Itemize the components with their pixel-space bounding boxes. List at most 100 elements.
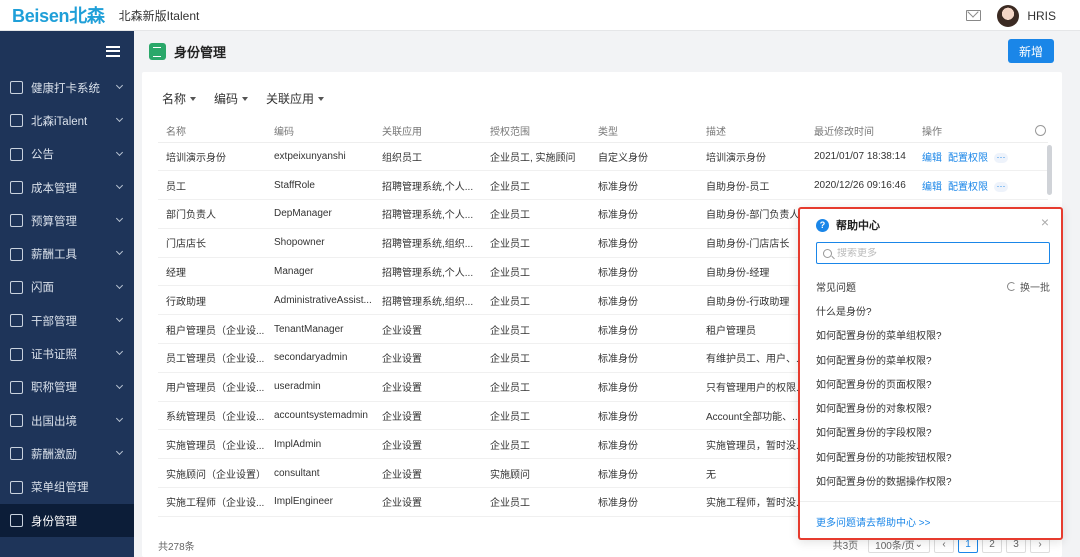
table-cell: 企业员工 [482,199,590,229]
table-cell: extpeixunyanshi [266,142,374,172]
column-header: 最近修改时间 [806,120,914,143]
faq-item[interactable]: 如何配置身份的对象权限? [816,400,952,424]
help-center-panel: ? 帮助中心 × 常见问题 换一批 什么是身份?如何配置身份的菜单组权限?如何配… [798,207,1063,540]
sidebar-item[interactable]: 成本管理 [0,171,134,204]
faq-item[interactable]: 什么是身份? [816,303,952,327]
table-cell: 招聘管理系统,组织... [374,228,482,258]
sidebar-item[interactable]: 干部管理 [0,304,134,337]
table-cell: 经理 [158,257,266,287]
faq-item[interactable]: 如何配置身份的功能按钮权限? [816,449,952,473]
scrollbar[interactable] [1047,145,1052,195]
faq-item[interactable]: 如何配置身份的数据操作权限? [816,473,952,497]
table-row[interactable]: 培训演示身份 extpeixunyanshi 组织员工 企业员工, 实施顾问 自定义身份… [158,142,1048,172]
sidebar-item[interactable]: 北森iTalent [0,104,134,137]
brand-logo[interactable]: Beisen北森 [12,2,105,28]
total-count: 共278条 [158,542,195,553]
sidebar-item-label: 健康打卡系统 [31,82,100,95]
table-cell: 企业员工 [482,314,590,345]
help-footer-link[interactable]: 更多问题请去帮助中心 >> [800,501,1061,538]
table-cell: 招聘管理系统,个人... [374,257,482,287]
table-cell: ImplAdmin [266,429,374,460]
sidebar-item[interactable]: 薪酬激励 [0,437,134,470]
sidebar-item[interactable]: 出国出境 [0,404,134,437]
config-permission-link[interactable]: 配置权限 [948,182,988,193]
table-cell: 自助身份-行政助理 [698,285,806,316]
actions-cell: 编辑 配置权限 ··· [914,170,1048,201]
page-icon [149,42,166,60]
chevron-down-icon [115,215,124,223]
user-name[interactable]: HRIS [1027,9,1056,23]
table-cell: TenantManager [266,314,374,345]
table-cell: 标准身份 [590,372,698,402]
table-cell: 企业员工 [482,401,590,431]
filter-dropdown[interactable]: 编码 [214,90,249,107]
sidebar-item-label: 公告 [31,149,54,162]
sidebar-item[interactable]: 公告 [0,138,134,171]
table-cell: 实施工程师（企业设... [158,487,266,517]
faq-item[interactable]: 如何配置身份的字段权限? [816,424,952,448]
table-row[interactable]: 员工 StaffRole 招聘管理系统,个人... 企业员工 标准身份 自助身份-员工 20… [158,170,1048,201]
user-area: HRIS [966,0,1056,31]
sidebar-item[interactable]: 闪面 [0,271,134,304]
table-cell: 标准身份 [590,170,698,201]
table-cell: 企业设置 [374,314,482,345]
sidebar-item[interactable]: 预算管理 [0,204,134,237]
faq-item[interactable]: 如何配置身份的页面权限? [816,376,952,400]
table-cell: 实施顾问 [482,458,590,489]
edit-link[interactable]: 编辑 [922,153,942,164]
menu-toggle[interactable] [0,31,134,71]
sidebar-item[interactable]: 证书证照 [0,337,134,370]
table-cell: 标准身份 [590,487,698,517]
filter-dropdown[interactable]: 名称 [162,90,197,107]
help-title: 帮助中心 [836,220,880,232]
sidebar-item-label: 菜单组管理 [31,482,89,495]
table-cell: 自助身份-门店店长 [698,228,806,258]
sidebar-item-label: 薪酬工具 [31,249,77,262]
table-cell: 培训演示身份 [158,142,266,172]
table-cell: ImplEngineer [266,487,374,517]
sidebar-item[interactable]: 职称管理 [0,371,134,404]
close-icon[interactable]: × [1041,215,1049,229]
more-icon[interactable]: ··· [994,182,1008,193]
badge-icon [10,380,23,394]
table-cell: 系统管理员（企业设... [158,401,266,431]
chevron-down-icon [115,148,124,156]
table-cell: 实施顾问（企业设置） [158,458,266,489]
sidebar-item-label: 薪酬激励 [31,448,77,461]
avatar[interactable] [997,4,1020,27]
table-cell: 门店店长 [158,228,266,258]
edit-link[interactable]: 编辑 [922,182,942,193]
filter-dropdown[interactable]: 关联应用 [266,90,325,107]
table-cell: 企业员工 [482,372,590,402]
more-icon[interactable]: ··· [994,153,1008,164]
table-cell: AdministrativeAssist... [266,285,374,316]
sidebar-item[interactable]: 菜单组管理 [0,471,134,504]
filter-label: 名称 [162,92,187,106]
table-cell: 招聘管理系统,组织... [374,285,482,316]
table-cell: 部门负责人 [158,199,266,229]
table-cell: 有维护员工、用户、... [698,343,806,373]
sidebar-item-label: 出国出境 [31,415,77,428]
sidebar-item-label: 预算管理 [31,215,77,228]
help-search[interactable] [816,242,1050,264]
table-cell: accountsystemadmin [266,401,374,431]
sidebar: 健康打卡系统北森iTalent 公告成本管理预算管理薪酬工具闪面 干部管理证书证照职… [0,31,134,557]
table-cell: 企业员工 [482,228,590,258]
sidebar-item-label: 证书证照 [31,349,77,362]
faq-item[interactable]: 如何配置身份的菜单组权限? [816,327,952,351]
faq-label: 常见问题 [816,283,856,294]
mail-icon[interactable] [966,10,982,21]
faq-item[interactable]: 如何配置身份的菜单权限? [816,352,952,376]
new-button[interactable]: 新增 [1008,39,1054,63]
column-header: 操作 [914,120,1048,143]
refresh-button[interactable]: 换一批 [1007,279,1050,294]
table-cell: DepManager [266,199,374,229]
top-bar: Beisen北森 北森新版Italent HRIS [0,0,1080,31]
help-search-input[interactable] [837,247,1037,259]
config-permission-link[interactable]: 配置权限 [948,153,988,164]
table-cell: 标准身份 [590,285,698,316]
sidebar-item[interactable]: 薪酬工具 [0,237,134,270]
sidebar-item[interactable]: 身份管理 [0,503,134,538]
hamburger-icon[interactable] [106,45,120,57]
sidebar-item[interactable]: 健康打卡系统 [0,71,134,104]
